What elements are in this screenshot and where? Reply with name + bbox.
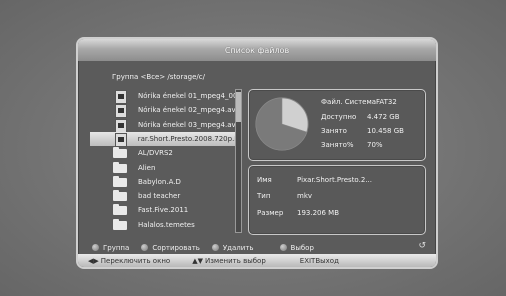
legend-select-label: Выбор [290,243,314,252]
name-value: Pixar.Short.Presto.2... [297,176,372,184]
file-item[interactable]: Nórika énekel 02_mpeg4.avi [90,103,238,119]
legend-delete-label: Удалить [222,243,254,252]
file-item[interactable]: Nórika énekel 03_mpeg4.avi [90,118,238,133]
folder-item[interactable]: AL/DVRS2 [90,146,238,160]
file-item[interactable]: Nórika énekel 01_mpeg4_002 [90,89,238,104]
exit-hint[interactable]: EXIT Выход [300,257,339,265]
name-label: Имя [257,176,272,184]
red-button-icon [92,244,99,251]
file-details-panel: Имя Pixar.Short.Presto.2... Тип mkv Разм… [248,165,426,235]
folder-item[interactable]: Fast.Five.2011 [90,203,238,217]
used-label: Занято [321,127,347,135]
change-selection-hint: ▲▼ Изменить выбор [192,257,266,265]
folder-item[interactable]: Alien [90,161,238,175]
video-file-icon [112,90,130,104]
folder-item[interactable]: bad teacher [90,189,238,203]
left-right-arrows-icon: ◀▶ [88,256,99,265]
legend-sort[interactable]: Сортировать [141,244,200,252]
video-file-icon [112,104,130,119]
video-file-icon [112,118,130,133]
size-label: Размер [257,209,284,217]
disk-info-panel: Файл. СистемаFAT32 Доступно 4.472 GB Зан… [248,89,426,161]
folder-item[interactable]: Babylon.A.D [90,175,238,189]
file-item[interactable]: rar.Short.Presto.2008.720p.Blu [90,131,236,147]
tv-screen: Список файлов Группа <Все> /storage/c/ N… [0,0,506,296]
type-value: mkv [297,192,313,200]
switch-window-hint: ◀▶ Переключить окно [88,257,170,265]
file-list[interactable]: Nórika énekel 01_mpeg4_002 Nórika énekel … [90,89,238,235]
legend-select[interactable]: Выбор [279,243,314,252]
legend-delete[interactable]: Удалить [211,243,254,252]
green-button-icon [141,244,149,251]
file-name: Halalos.temetes [138,220,195,229]
scrollbar-thumb[interactable] [236,92,241,122]
used-pct-label: Занято% [321,141,354,149]
yellow-button-icon [211,244,219,251]
folder-icon [112,147,130,159]
exit-key: EXIT [299,256,316,265]
avail-label: Доступно [321,113,357,121]
file-name: Fast.Five.2011 [138,206,189,215]
change-selection-label: Изменить выбор [204,256,266,265]
path-bar: Группа <Все> /storage/c/ [112,73,205,81]
exit-label: Выход [315,256,339,265]
fs-value: FAT32 [376,98,397,106]
fs-label: Файл. Система [321,98,377,106]
file-list-scrollbar[interactable] [235,89,242,233]
folder-icon [112,190,130,202]
footer-bar: ◀▶ Переключить окно ▲▼ Изменить выбор EXIT… [78,254,436,267]
folder-icon [112,204,130,216]
switch-window-label: Переключить окно [100,256,171,265]
file-name: Nórika énekel 03_mpeg4.avi [138,120,238,129]
up-down-arrows-icon: ▲▼ [192,256,203,265]
file-name: bad teacher [138,192,181,201]
file-name: Babylon.A.D [138,177,181,186]
file-name: Nórika énekel 02_mpeg4.avi [138,106,238,115]
video-file-icon [112,132,130,147]
folder-icon [112,218,130,231]
legend-group-label: Группа [103,243,130,252]
folder-icon [112,175,130,188]
type-label: Тип [257,192,271,200]
folder-item[interactable]: Halalos.temetes [90,218,238,232]
used-value: 10.458 GB [367,127,404,135]
legend-sort-label: Сортировать [152,243,200,252]
disk-usage-pie [255,97,309,151]
size-value: 193.206 MB [297,209,340,217]
used-pct-value: 70% [367,141,383,149]
file-name: rar.Short.Presto.2008.720p.Blu [137,134,236,143]
file-list-window: Список файлов Группа <Все> /storage/c/ N… [76,37,438,269]
blue-button-icon [279,244,287,251]
window-title: Список файлов [78,39,436,61]
back-icon[interactable]: ↺ [418,241,426,251]
file-name: AL/DVRS2 [138,149,173,158]
legend-group[interactable]: Группа [92,244,129,252]
file-name: Nórika énekel 01_mpeg4_002 [138,92,238,100]
folder-icon [112,161,130,174]
file-name: Alien [138,163,156,172]
avail-value: 4.472 GB [367,113,400,121]
